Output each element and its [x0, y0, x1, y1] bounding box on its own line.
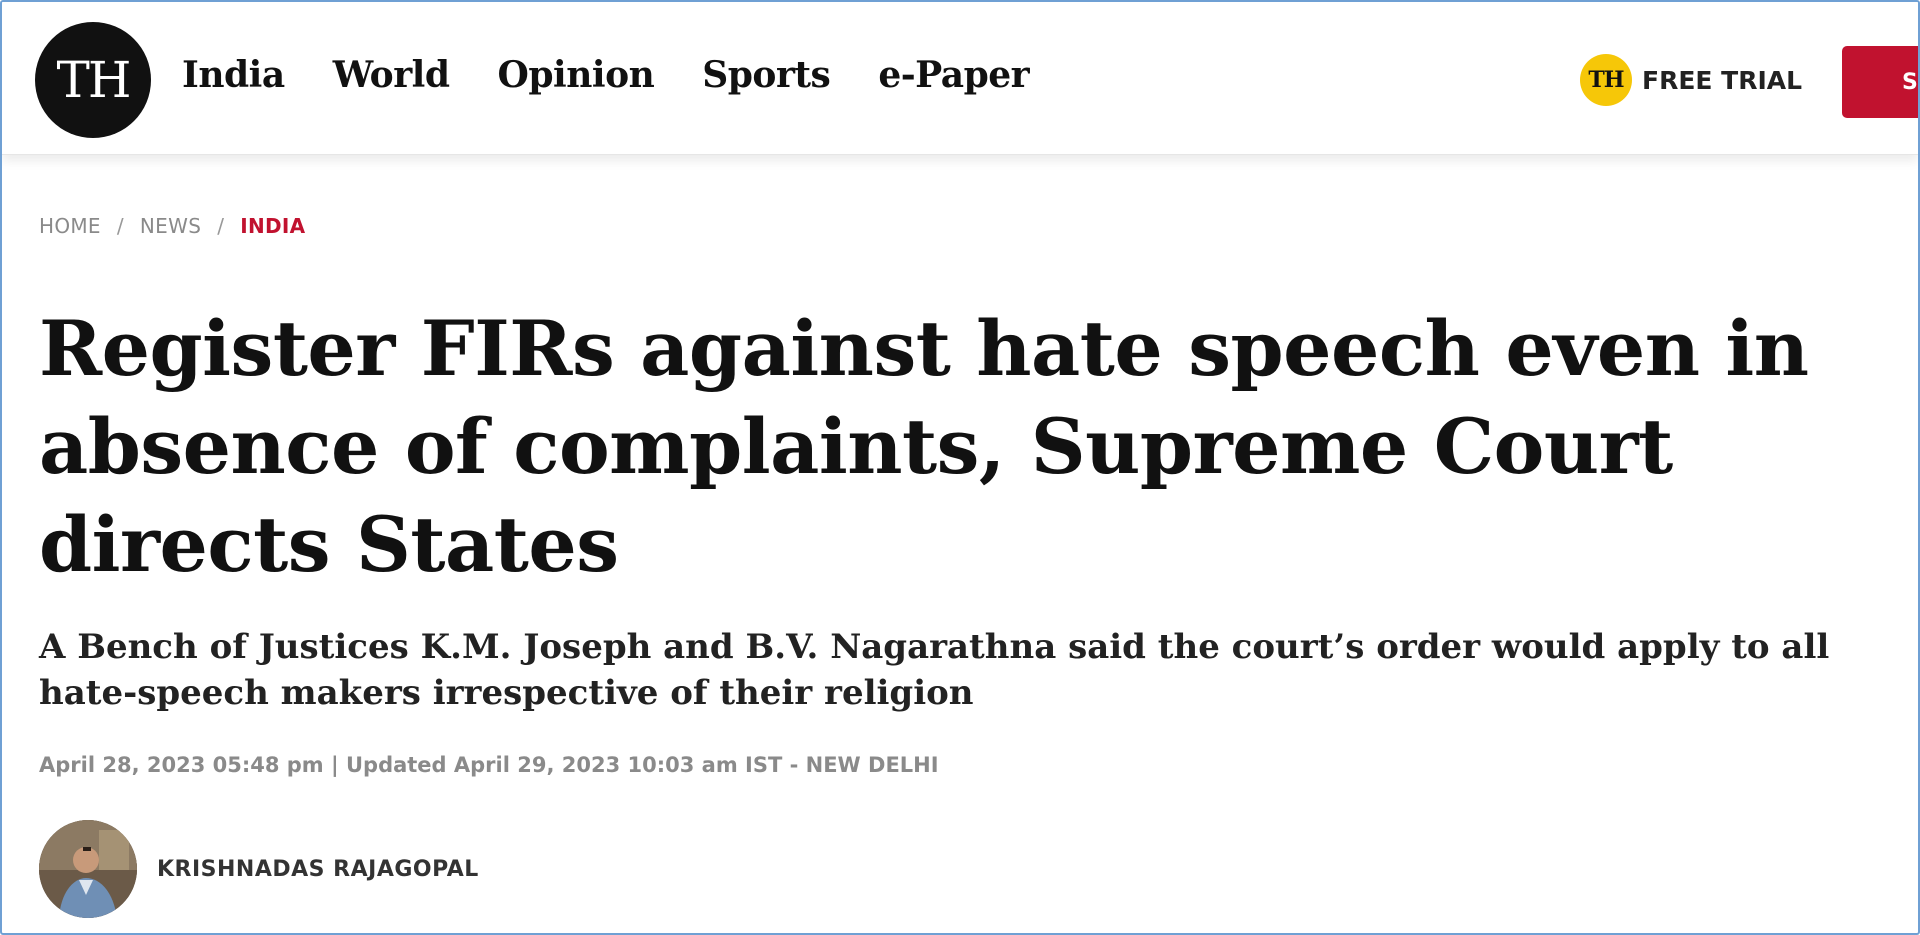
- nav-item-sports[interactable]: Sports: [702, 54, 831, 96]
- nav-item-opinion[interactable]: Opinion: [498, 54, 655, 96]
- logo-text: TH: [56, 51, 132, 109]
- breadcrumb-separator: /: [217, 214, 225, 238]
- nav-item-world[interactable]: World: [333, 54, 450, 96]
- article-dateline: April 28, 2023 05:48 pm | Updated April …: [39, 753, 939, 777]
- free-trial-badge-icon: TH: [1580, 54, 1632, 106]
- subscribe-button[interactable]: S: [1842, 46, 1918, 118]
- breadcrumb-separator: /: [116, 214, 124, 238]
- browser-frame: TH India World Opinion Sports e-Paper TH…: [0, 0, 1920, 935]
- author-avatar[interactable]: [39, 820, 137, 918]
- breadcrumb-home[interactable]: HOME: [39, 214, 101, 238]
- subscribe-label: S: [1902, 69, 1918, 95]
- free-trial-label: FREE TRIAL: [1642, 65, 1803, 95]
- nav-item-epaper[interactable]: e-Paper: [878, 54, 1029, 96]
- site-header: TH India World Opinion Sports e-Paper TH…: [2, 2, 1918, 155]
- site-logo[interactable]: TH: [35, 22, 151, 138]
- article-headline: Register FIRs against hate speech even i…: [39, 304, 1809, 589]
- free-trial-link[interactable]: TH FREE TRIAL: [1580, 54, 1802, 106]
- author-name[interactable]: KRISHNADAS RAJAGOPAL: [157, 857, 479, 882]
- breadcrumb-news[interactable]: NEWS: [140, 214, 201, 238]
- breadcrumb-india[interactable]: INDIA: [240, 214, 305, 238]
- main-nav: India World Opinion Sports e-Paper: [182, 54, 1030, 96]
- breadcrumb: HOME / NEWS / INDIA: [39, 214, 305, 238]
- nav-item-india[interactable]: India: [182, 54, 285, 96]
- article-subheadline: A Bench of Justices K.M. Joseph and B.V.…: [39, 627, 1830, 713]
- author-photo: [39, 820, 137, 918]
